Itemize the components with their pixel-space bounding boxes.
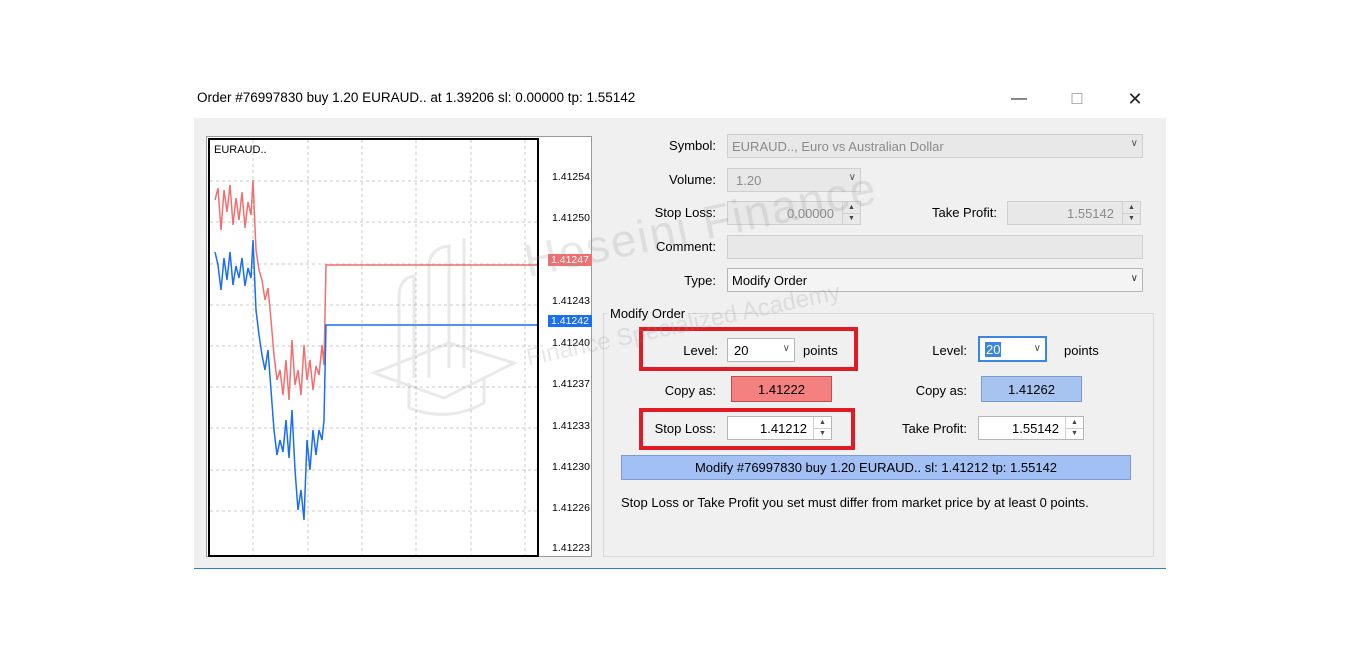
stoploss-input[interactable]: 0.00000 ▲ ▼: [727, 201, 861, 225]
takeprofit-spinner[interactable]: ▲ ▼: [1122, 202, 1140, 224]
bid-line: [214, 239, 537, 521]
type-select[interactable]: Modify Order ∨: [727, 268, 1143, 292]
tick-label: 1.41237: [552, 378, 590, 390]
copy-as-sl-button[interactable]: 1.41222: [731, 376, 832, 402]
chart-symbol-label: EURAUD..: [214, 144, 267, 156]
chart-plot-area: EURAUD..: [208, 138, 539, 557]
chevron-down-icon: ∨: [1033, 343, 1041, 354]
copy-as-right-label: Copy as:: [915, 383, 967, 398]
tick-label: 1.41254: [552, 171, 590, 183]
comment-input[interactable]: [727, 235, 1143, 259]
tick-label: 1.41250: [552, 212, 590, 224]
chevron-down-icon: ∨: [1130, 138, 1138, 149]
chart-grid: [210, 140, 537, 555]
ask-price-tag: 1.41247: [548, 254, 592, 266]
modify-order-button[interactable]: Modify #76997830 buy 1.20 EURAUD.. sl: 1…: [621, 455, 1131, 480]
tick-label: 1.41240: [552, 337, 590, 349]
takeprofit-input[interactable]: 1.55142 ▲ ▼: [1007, 201, 1141, 225]
highlight-stoploss-box: [639, 408, 855, 450]
stoploss-label: Stop Loss:: [654, 205, 716, 220]
highlight-level-box: [639, 327, 858, 371]
tp-level-label: Level:: [932, 343, 967, 358]
tp-level-value: 20: [985, 341, 1002, 357]
spin-up-icon[interactable]: ▲: [843, 202, 860, 213]
window-title: Order #76997830 buy 1.20 EURAUD.. at 1.3…: [197, 90, 636, 105]
chart-svg: [210, 140, 537, 555]
symbol-select[interactable]: EURAUD.., Euro vs Australian Dollar ∨: [727, 134, 1143, 158]
comment-label: Comment:: [656, 239, 716, 254]
spin-up-icon[interactable]: ▲: [1066, 417, 1083, 428]
tick-label: 1.41243: [552, 295, 590, 307]
type-value: Modify Order: [732, 272, 808, 288]
modify-tp-input[interactable]: 1.55142 ▲ ▼: [978, 416, 1084, 440]
close-button[interactable]: ✕: [1122, 86, 1148, 112]
chevron-down-icon: ∨: [1130, 273, 1138, 284]
chevron-down-icon: ∨: [848, 172, 856, 183]
maximize-button[interactable]: ☐: [1064, 86, 1090, 112]
tp-level-select[interactable]: 20 ∨: [978, 336, 1047, 362]
type-label: Type:: [684, 273, 716, 288]
takeprofit-label: Take Profit:: [931, 205, 997, 220]
modify-order-group-title: Modify Order: [607, 306, 689, 321]
spin-up-icon[interactable]: ▲: [1123, 202, 1140, 213]
tick-label: 1.41233: [552, 420, 590, 432]
copy-as-tp-button[interactable]: 1.41262: [981, 376, 1082, 402]
volume-value: 1.20: [736, 172, 762, 188]
stoploss-spinner[interactable]: ▲ ▼: [842, 202, 860, 224]
spin-down-icon[interactable]: ▼: [843, 212, 860, 225]
minimize-button[interactable]: —: [1006, 86, 1032, 112]
modify-tp-label: Take Profit:: [901, 421, 967, 436]
volume-label: Volume:: [669, 172, 716, 187]
spin-down-icon[interactable]: ▼: [1066, 427, 1083, 440]
symbol-label: Symbol:: [669, 138, 716, 153]
tp-points-label: points: [1064, 343, 1099, 358]
volume-select[interactable]: 1.20 ∨: [727, 168, 861, 192]
tick-label: 1.41230: [552, 461, 590, 473]
ask-line: [214, 179, 537, 401]
modify-tp-spinner[interactable]: ▲ ▼: [1065, 417, 1083, 439]
symbol-value: EURAUD.., Euro vs Australian Dollar: [732, 138, 944, 154]
price-chart: EURAUD.. 1.41254 1.41250 1.41247 1.41243…: [206, 136, 592, 557]
dialog-body: EURAUD.. 1.41254 1.41250 1.41247 1.41243…: [194, 118, 1166, 569]
spin-down-icon[interactable]: ▼: [1123, 212, 1140, 225]
copy-as-left-label: Copy as:: [664, 383, 716, 398]
modify-note: Stop Loss or Take Profit you set must di…: [621, 495, 1089, 510]
tick-label: 1.41223: [552, 542, 590, 554]
bid-price-tag: 1.41242: [548, 315, 592, 327]
tick-label: 1.41226: [552, 502, 590, 514]
